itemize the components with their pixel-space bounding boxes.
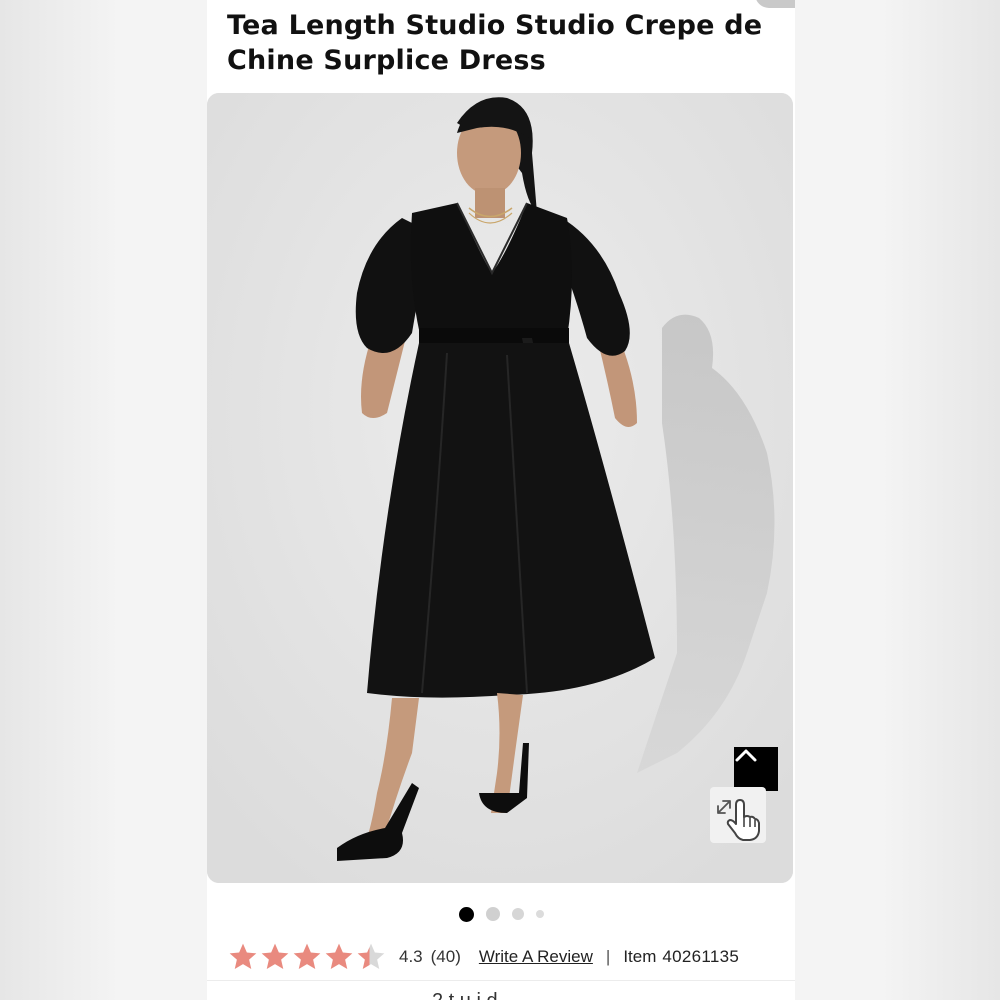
zoom-hint[interactable] (710, 787, 766, 843)
product-title: Tea Length Studio Studio Crepe de Chine … (227, 10, 763, 76)
scroll-to-top-button[interactable] (734, 747, 778, 791)
hand-pointer-expand-icon (717, 799, 760, 841)
star-icon (325, 943, 353, 969)
star-icon (229, 943, 257, 969)
dress-photo (207, 93, 793, 883)
product-page: Tea Length Studio Studio Crepe de Chine … (207, 0, 795, 1000)
gallery-dot-2[interactable] (485, 907, 500, 921)
item-number: 40261135 (662, 947, 740, 966)
chevron-up-icon (735, 749, 757, 762)
status-corner (755, 0, 795, 8)
cut-off-text: 2 t u i d (432, 990, 498, 1000)
star-rating[interactable] (227, 941, 387, 973)
product-image[interactable] (207, 93, 793, 883)
gallery-dot-3[interactable] (511, 908, 524, 920)
rating-value: 4.3 (399, 947, 423, 966)
gallery-pagination (207, 905, 795, 923)
gallery-dot-1[interactable] (458, 906, 474, 922)
divider (207, 980, 795, 981)
item-label: Item (623, 947, 657, 966)
star-icon (261, 943, 289, 969)
write-review-link[interactable]: Write A Review (479, 947, 593, 967)
divider: | (605, 947, 611, 966)
review-count[interactable]: (40) (431, 947, 461, 967)
rating-row: 4.3 (40) Write A Review | Item 40261135 (227, 940, 787, 974)
gallery-dot-4[interactable] (535, 910, 544, 918)
partial-star-icon (357, 943, 385, 969)
star-icon (293, 943, 321, 969)
